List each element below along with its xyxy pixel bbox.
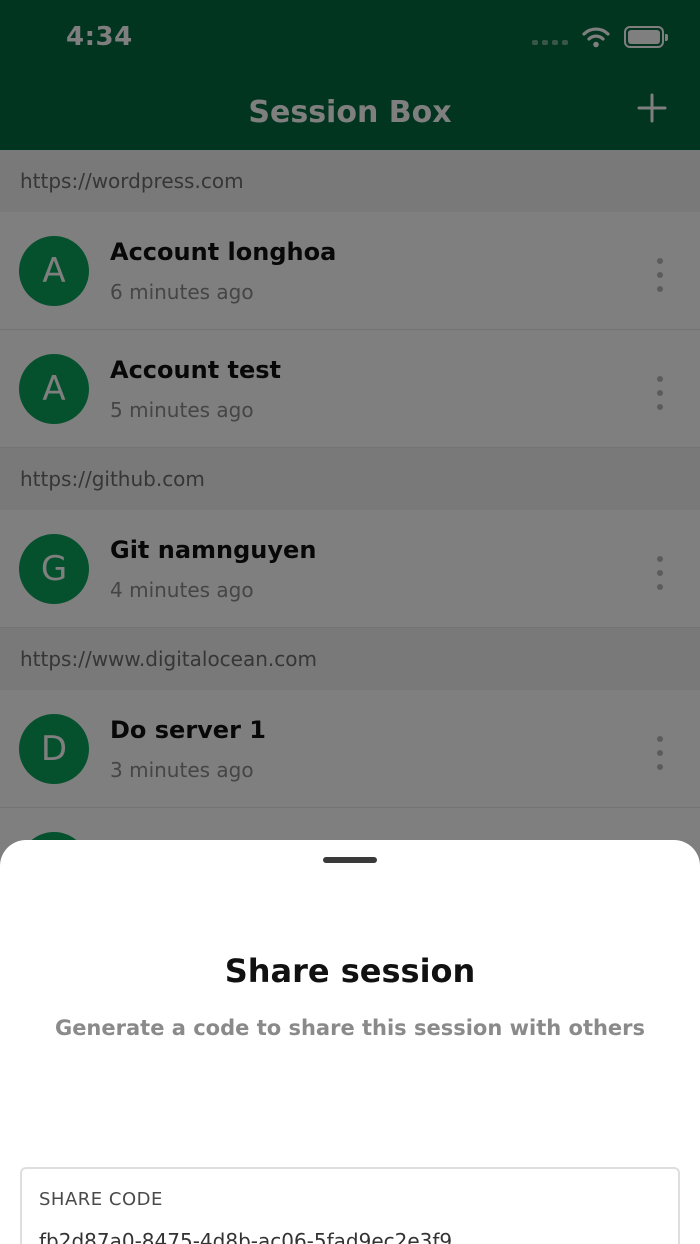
share-code-label: SHARE CODE [39, 1189, 163, 1210]
sheet-subtitle: Generate a code to share this session wi… [54, 1016, 646, 1040]
share-session-sheet: Share session Generate a code to share t… [0, 840, 700, 1244]
sheet-drag-handle[interactable] [323, 857, 377, 863]
share-code-field[interactable]: SHARE CODE fb2d87a0-8475-4d8b-ac06-5fad9… [20, 1167, 680, 1244]
share-code-value[interactable]: fb2d87a0-8475-4d8b-ac06-5fad9ec2e3f9 [39, 1229, 452, 1244]
sheet-title: Share session [224, 952, 476, 990]
app-screen: 4:34 Session Box https://wordpress.com [0, 0, 700, 1244]
